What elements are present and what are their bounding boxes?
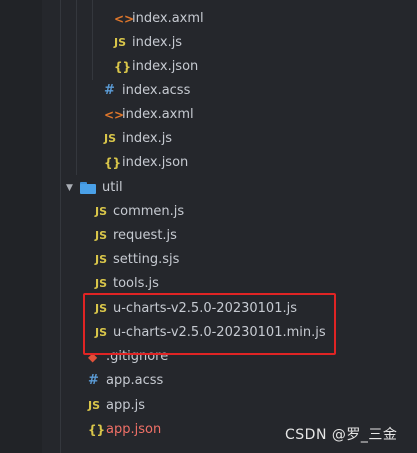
json-file-icon: {} bbox=[88, 423, 106, 437]
file-label: index.axml bbox=[122, 107, 194, 122]
js-file-icon: JS bbox=[104, 132, 117, 145]
file-label: index.js bbox=[122, 131, 173, 146]
folder-open-icon bbox=[80, 182, 96, 194]
file-label: index.json bbox=[132, 59, 199, 74]
file-item-index-js[interactable]: JS index.js bbox=[42, 31, 417, 55]
file-item-index-axml[interactable]: <> index.axml bbox=[42, 7, 417, 31]
file-label: request.js bbox=[113, 228, 177, 243]
chevron-down-icon[interactable]: ▼ bbox=[66, 183, 80, 193]
file-item-setting-sjs[interactable]: JS setting.sjs bbox=[42, 248, 417, 272]
json-file-icon: {} bbox=[114, 60, 132, 74]
file-label: index.axml bbox=[132, 11, 204, 26]
xml-file-icon: <> bbox=[114, 12, 135, 26]
file-label: index.acss bbox=[122, 83, 191, 98]
folder-item-util[interactable]: ▼ util bbox=[42, 176, 417, 200]
watermark-text: CSDN @罗_三金 bbox=[285, 427, 398, 443]
file-item-index-js[interactable]: JS index.js bbox=[42, 127, 417, 151]
file-item-commen-js[interactable]: JS commen.js bbox=[42, 200, 417, 224]
file-label: setting.sjs bbox=[113, 252, 180, 267]
file-label: index.json bbox=[122, 155, 189, 170]
file-label: commen.js bbox=[113, 204, 185, 219]
file-item-index-acss[interactable]: # index.acss bbox=[42, 79, 417, 103]
file-item-app-acss[interactable]: # app.acss bbox=[42, 369, 417, 393]
css-file-icon: # bbox=[104, 83, 115, 98]
css-file-icon: # bbox=[88, 373, 99, 388]
file-label-modified: app.json bbox=[106, 422, 162, 437]
file-explorer-tree: <> index.axml JS index.js {} index.json … bbox=[42, 0, 417, 453]
file-label: index.js bbox=[132, 35, 183, 50]
file-item-app-js[interactable]: JS app.js bbox=[42, 394, 417, 418]
xml-file-icon: <> bbox=[104, 108, 125, 122]
json-file-icon: {} bbox=[104, 156, 122, 170]
js-file-icon: JS bbox=[114, 36, 127, 49]
js-file-icon: JS bbox=[95, 229, 108, 242]
folder-label: util bbox=[102, 180, 123, 195]
js-file-icon: JS bbox=[95, 253, 108, 266]
js-file-icon: JS bbox=[95, 205, 108, 218]
annotation-highlight-box bbox=[83, 293, 336, 355]
file-item-index-json[interactable]: {} index.json bbox=[42, 55, 417, 79]
file-label: app.acss bbox=[106, 373, 164, 388]
file-item-index-axml[interactable]: <> index.axml bbox=[42, 103, 417, 127]
file-label: app.js bbox=[106, 398, 145, 413]
file-item-request-js[interactable]: JS request.js bbox=[42, 224, 417, 248]
js-file-icon: JS bbox=[88, 399, 101, 412]
activity-gutter bbox=[0, 0, 42, 453]
file-item-index-json[interactable]: {} index.json bbox=[42, 151, 417, 175]
